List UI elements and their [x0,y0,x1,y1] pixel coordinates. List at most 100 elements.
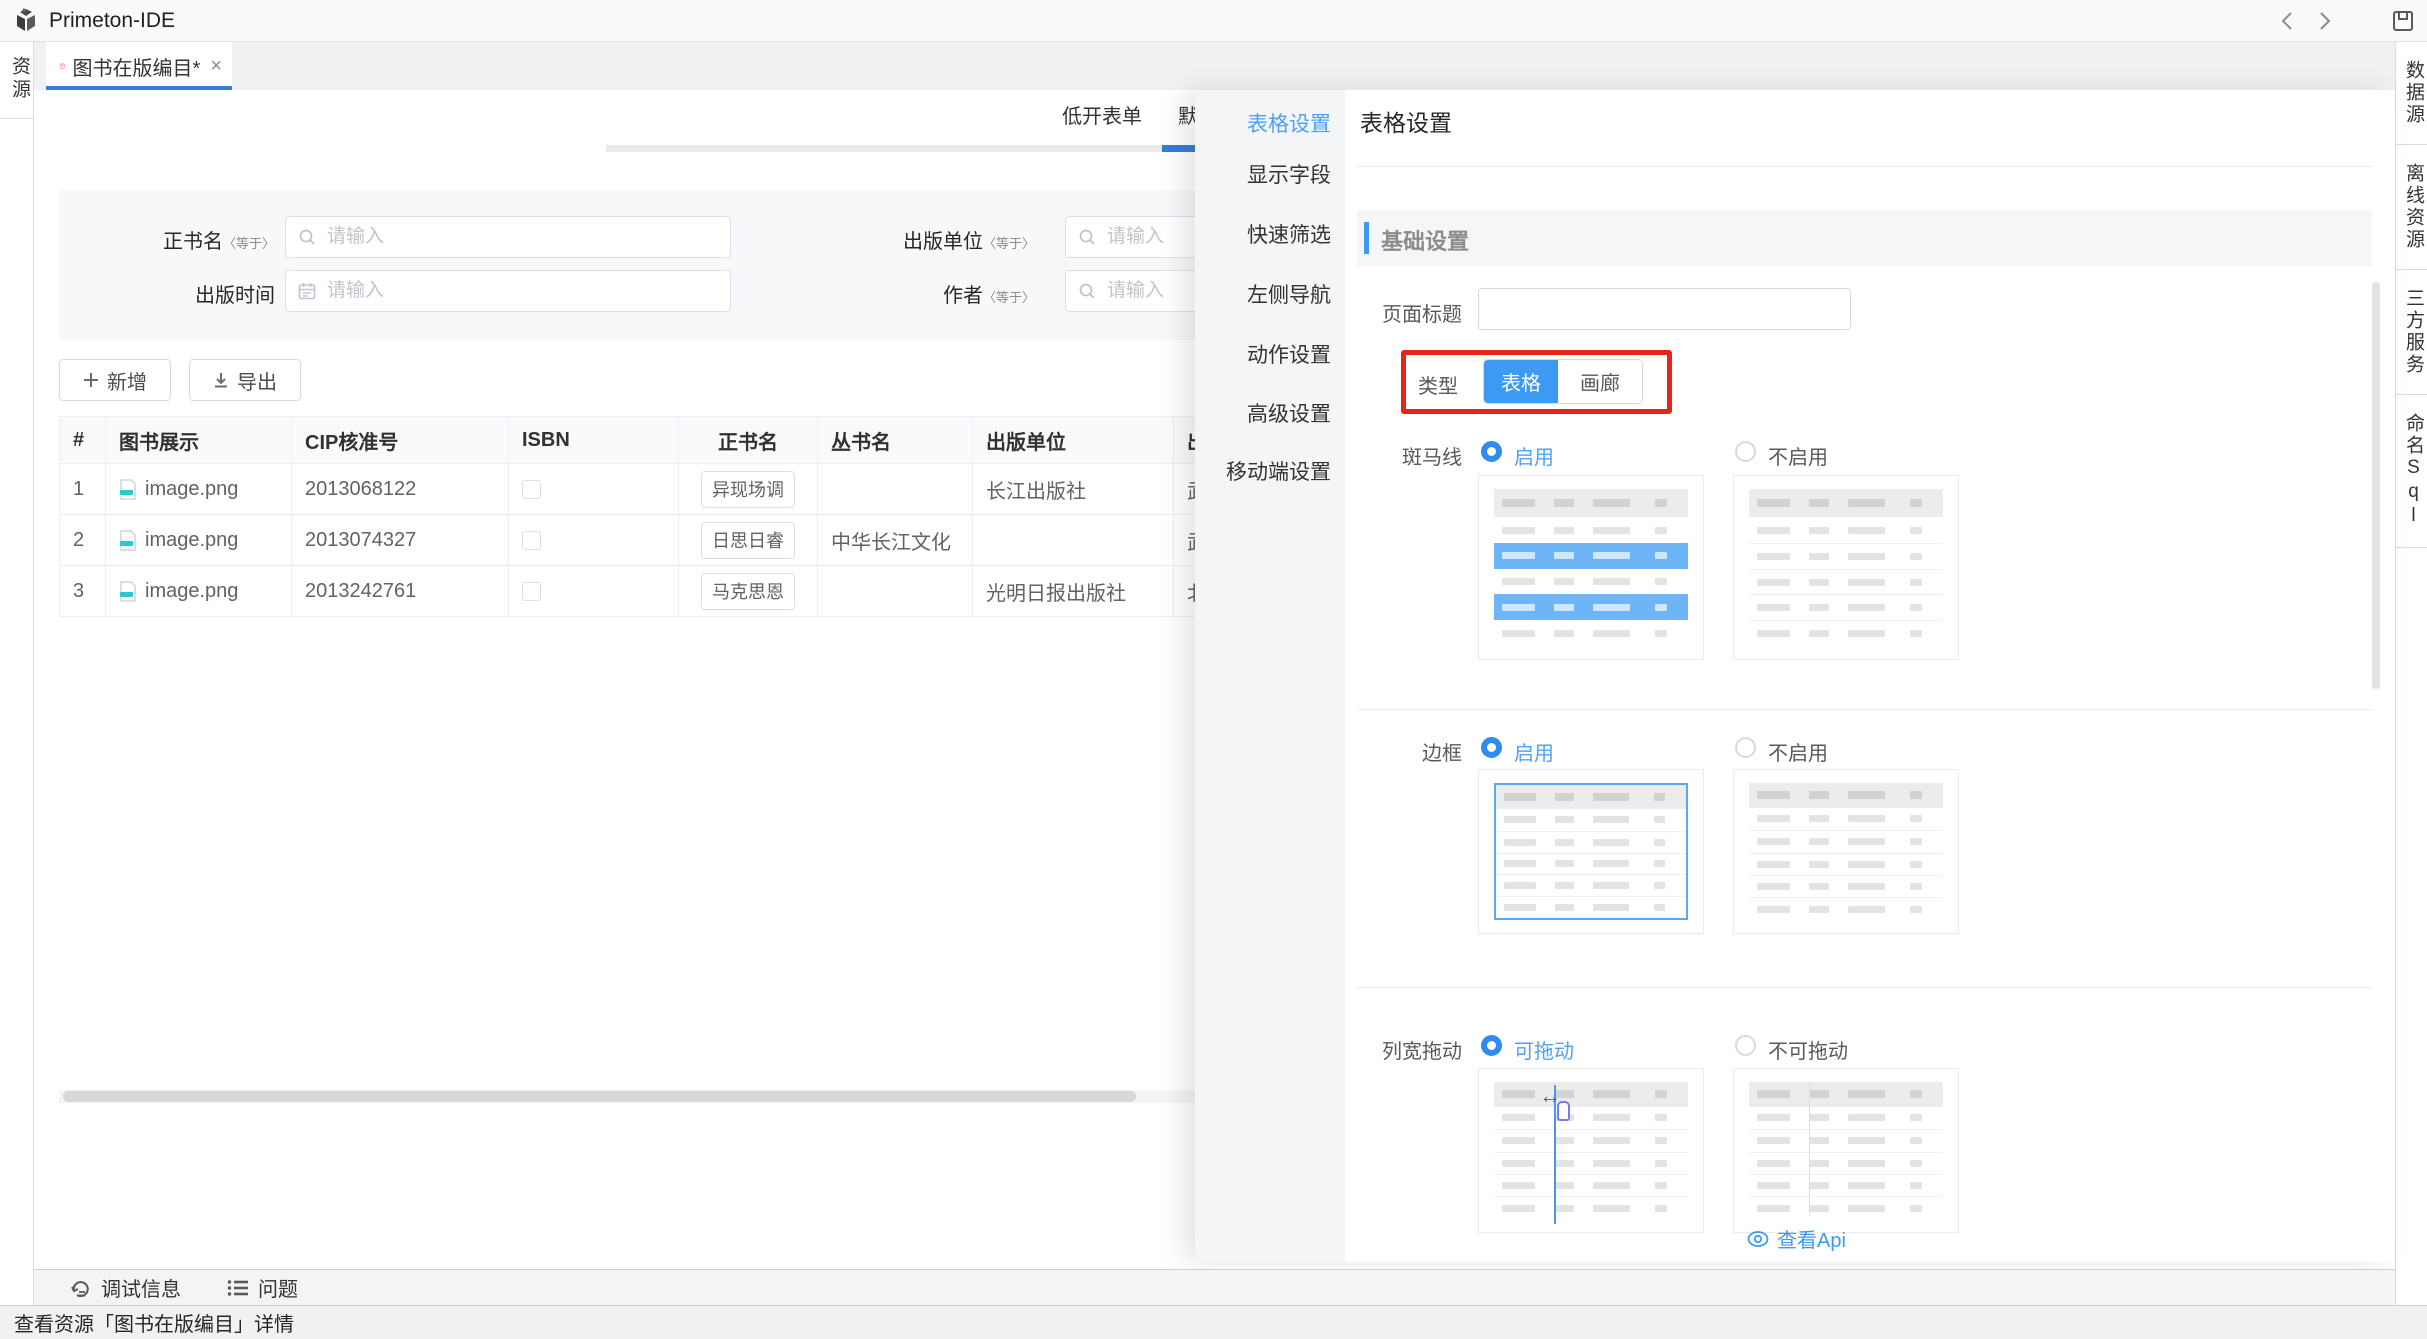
menu-item-display-fields[interactable]: 显示字段 [1247,159,1331,189]
title-search-input[interactable] [325,225,718,249]
tab-title: 图书在版编目* [73,52,201,81]
image-file-icon [119,581,137,602]
menu-item-mobile-settings[interactable]: 移动端设置 [1226,456,1331,486]
sidebar-item-third-party-services[interactable]: 三方服务 [2396,270,2427,395]
title-tag[interactable]: 日思日睿 [701,522,795,559]
tab-low-code-form[interactable]: 低开表单 [1062,100,1142,129]
title-tag[interactable]: 马克思恩 [701,573,795,610]
view-api-link[interactable]: 查看Api [1747,1224,1846,1253]
title-tag[interactable]: 异现场调 [701,471,795,508]
isbn-checkbox[interactable] [522,582,541,601]
plus-icon [83,372,99,388]
tab-close-icon[interactable]: × [210,56,222,76]
page-title-input[interactable] [1478,288,1851,330]
col-header-isbn: ISBN [509,417,679,463]
col-header-book-image: 图书展示 [106,417,292,463]
view-tabs: 低开表单 默 [34,90,1195,152]
border-on-preview[interactable] [1478,769,1704,934]
type-option-table[interactable]: 表格 [1484,360,1558,403]
export-button[interactable]: 导出 [189,359,301,401]
zebra-label: 斑马线 [1352,441,1462,470]
sidebar-item-datasource[interactable]: 数据源 [2396,42,2427,145]
status-bar: 查看资源「图书在版编目」详情 [0,1305,2427,1339]
border-off-radio[interactable] [1735,737,1756,758]
drag-off-radio[interactable] [1735,1035,1756,1056]
search-form-card: 正书名〈等于〉 出版单位〈等于〉 出版时间 [59,190,1309,340]
publish-date-input[interactable] [325,279,718,303]
status-text: 查看资源「图书在版编目」详情 [14,1308,294,1337]
editor-tab-strip: 图书在版编目* × [34,42,2395,90]
search-icon [1078,282,1096,300]
border-on-option[interactable]: 启用 [1514,737,1554,766]
border-off-option[interactable]: 不启用 [1768,737,1828,766]
menu-item-left-nav[interactable]: 左侧导航 [1247,279,1331,309]
isbn-checkbox[interactable] [522,480,541,499]
drag-on-radio[interactable] [1481,1035,1502,1056]
type-option-gallery[interactable]: 画廊 [1558,360,1642,403]
drag-on-option[interactable]: 可拖动 [1514,1035,1574,1064]
border-label: 边框 [1352,737,1462,766]
col-header-title: 正书名 [679,417,818,463]
zebra-off-option[interactable]: 不启用 [1768,441,1828,470]
menu-item-action-settings[interactable]: 动作设置 [1247,339,1331,369]
column-drag-label: 列宽拖动 [1352,1035,1462,1064]
zebra-off-preview[interactable] [1733,475,1959,660]
list-icon [227,1278,249,1298]
section-title: 基础设置 [1381,224,1469,256]
page-title-label: 页面标题 [1352,298,1462,327]
zebra-on-radio[interactable] [1481,441,1502,462]
table-settings-panel: 表格设置 显示字段 快速筛选 左侧导航 动作设置 高级设置 移动端设置 表格设置… [1195,90,2395,1262]
col-header-publisher: 出版单位 [973,417,1174,463]
sidebar-item-named-sql[interactable]: 命名Sql [2396,395,2427,548]
sidebar-item-offline-resources[interactable]: 离线资源 [2396,145,2427,270]
file-name[interactable]: image.png [145,478,238,501]
title-search-input-wrap [285,216,731,258]
panel-title: 表格设置 [1360,104,1452,138]
type-segmented-control: 表格 画廊 [1483,359,1643,404]
field-label-publish-date: 出版时间 [89,279,275,308]
drag-off-preview[interactable] [1733,1068,1959,1233]
sidebar-item-resources[interactable]: 资源 [0,42,33,119]
document-icon [60,56,65,76]
type-label: 类型 [1348,370,1458,399]
save-icon[interactable] [2392,10,2414,32]
problems-button[interactable]: 问题 [227,1273,298,1302]
zebra-on-option[interactable]: 启用 [1514,441,1554,470]
menu-item-quick-filter[interactable]: 快速筛选 [1247,219,1331,249]
app-title: Primeton-IDE [49,9,175,33]
file-name[interactable]: image.png [145,580,238,603]
title-bar: Primeton-IDE [0,0,2427,42]
download-icon [213,372,229,388]
drag-on-preview[interactable]: ↔ [1478,1068,1704,1233]
zebra-on-preview[interactable] [1478,475,1704,660]
table-row: 1 image.png 2013068122 异现场调 长江出版社 武汉 [60,464,1379,515]
nav-forward-icon[interactable] [2318,11,2332,31]
panel-scrollbar-thumb[interactable] [2372,282,2380,689]
tab-book-cip-editor[interactable]: 图书在版编目* × [46,42,232,90]
border-on-radio[interactable] [1481,737,1502,758]
bottom-panel-bar: 调试信息 问题 [34,1269,2395,1305]
scrollbar-thumb[interactable] [63,1091,1136,1102]
table-header-row: # 图书展示 CIP核准号 ISBN 正书名 丛书名 出版单位 出版 [60,417,1379,464]
drag-off-option[interactable]: 不可拖动 [1768,1035,1848,1064]
nav-back-icon[interactable] [2280,11,2294,31]
view-tabs-scroll-track[interactable] [606,145,1195,152]
divider [1357,987,2372,988]
file-name[interactable]: image.png [145,529,238,552]
col-header-series: 丛书名 [818,417,973,463]
debug-info-button[interactable]: 调试信息 [70,1273,181,1302]
section-basic-settings: 基础设置 [1357,210,2372,266]
table-horizontal-scrollbar[interactable] [59,1090,1195,1103]
menu-item-table-settings[interactable]: 表格设置 [1247,108,1331,138]
add-button[interactable]: 新增 [59,359,171,401]
calendar-icon [298,282,316,300]
menu-item-advanced-settings[interactable]: 高级设置 [1247,398,1331,428]
search-icon [298,228,316,246]
hand-cursor-icon [1557,1101,1570,1121]
settings-menu: 表格设置 显示字段 快速筛选 左侧导航 动作设置 高级设置 移动端设置 [1195,90,1345,1262]
border-off-preview[interactable] [1733,769,1959,934]
divider [1357,709,2372,710]
isbn-checkbox[interactable] [522,531,541,550]
view-tabs-active-indicator [1162,145,1195,152]
zebra-off-radio[interactable] [1735,441,1756,462]
